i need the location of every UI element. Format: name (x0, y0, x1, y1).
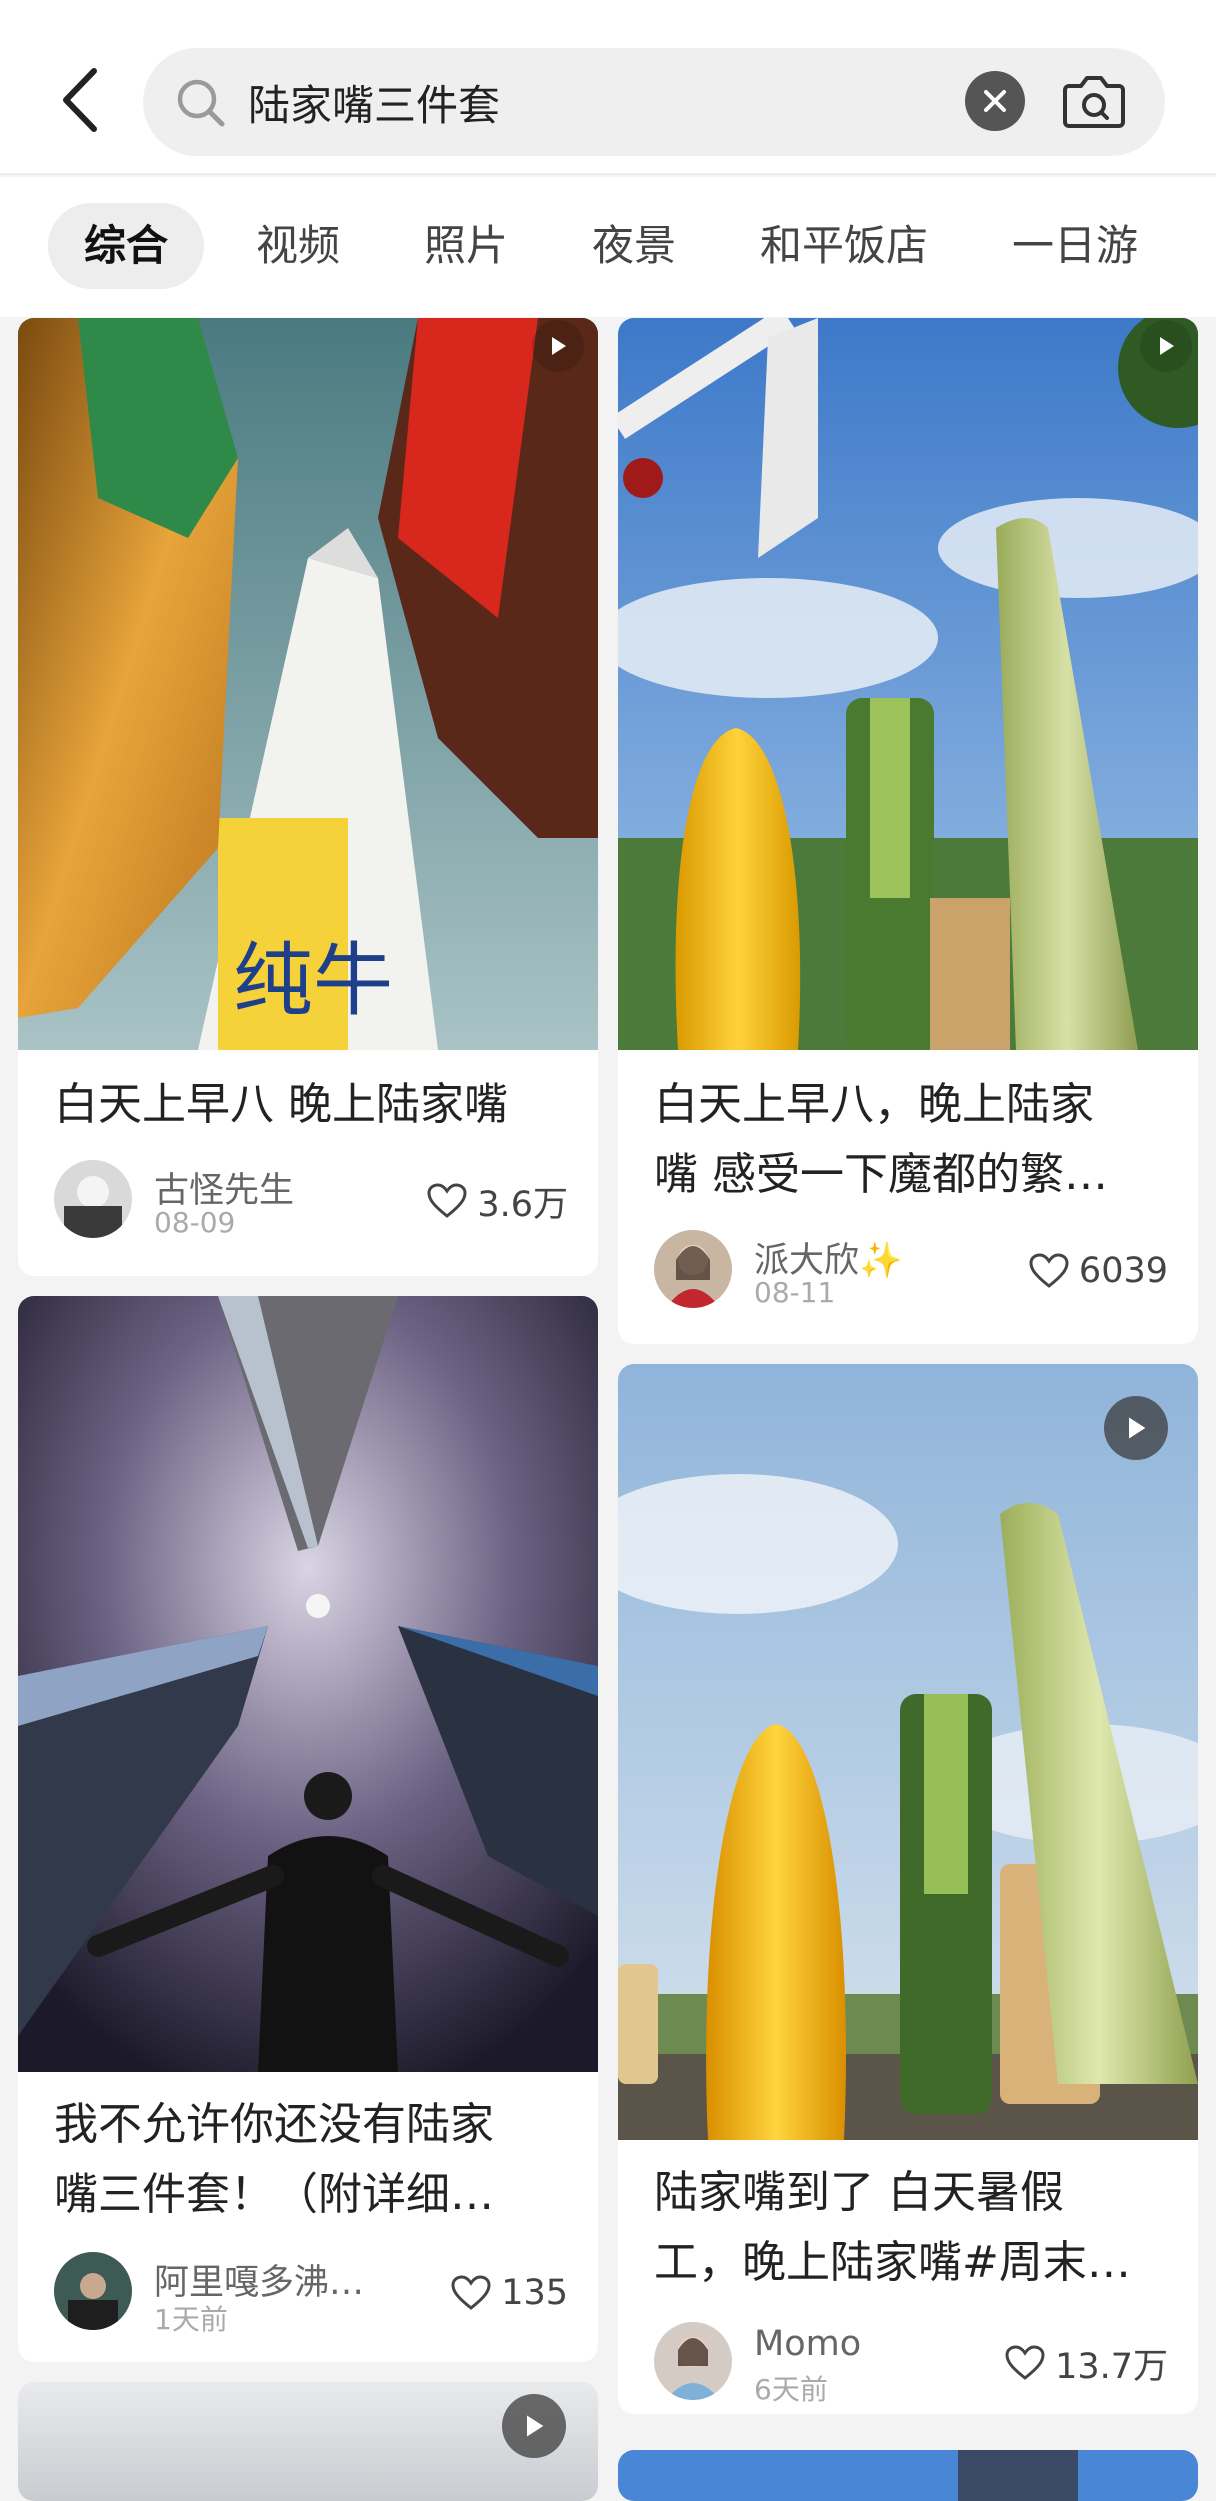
like-count: 3.6万 (477, 1184, 568, 1225)
post-cover-image (18, 2382, 598, 2501)
feed-card[interactable] (18, 2382, 598, 2501)
close-icon (984, 90, 1006, 112)
play-icon (1160, 337, 1174, 355)
tab-all[interactable]: 综合 (48, 203, 205, 289)
post-author: Momo 6天前 13.7万 (654, 2322, 1168, 2406)
post-cover-image (618, 2450, 1198, 2501)
play-icon (527, 2415, 544, 2437)
post-cover-image (618, 1364, 1198, 2140)
search-icon (177, 79, 225, 127)
video-badge (1104, 1396, 1168, 1460)
post-title: 白天上早八，晚上陆家 嘴 感受一下魔都的繁… (654, 1079, 1108, 1200)
avatar[interactable] (54, 2252, 132, 2330)
post-author: 派大欣✨ 08-11 6039 (654, 1230, 1168, 1310)
avatar[interactable] (54, 1160, 132, 1238)
filter-tabs: 综合 视频 照片 夜景 和平饭店 一日游 (0, 177, 1216, 317)
back-button[interactable] (45, 60, 115, 140)
tab-day-trip[interactable]: 一日游 (976, 203, 1174, 289)
post-date: 08-09 (154, 1206, 236, 1239)
like-button[interactable]: 6039 (1029, 1246, 1168, 1296)
feed-card[interactable]: 白天上早八，晚上陆家 嘴 感受一下魔都的繁… 派大欣✨ 08-11 6039 (618, 318, 1198, 1344)
svg-text:纯牛: 纯牛 (233, 934, 393, 1027)
play-icon (552, 337, 566, 355)
post-cover-image (618, 318, 1198, 1050)
search-input[interactable] (248, 70, 948, 134)
like-count: 135 (501, 2273, 568, 2313)
post-title: 白天上早八 晚上陆家嘴 (54, 1079, 508, 1130)
like-count: 6039 (1078, 1251, 1168, 1291)
play-icon (1129, 1417, 1146, 1439)
avatar[interactable] (654, 2322, 732, 2400)
tab-night-view[interactable]: 夜景 (556, 203, 712, 289)
heart-icon (1029, 1253, 1069, 1288)
tab-peace-hotel[interactable]: 和平饭店 (724, 203, 964, 289)
feed-card[interactable]: 我不允许你还没有陆家 嘴三件套！（附详细… 阿里嘎多沸… 1天前 135 (18, 1296, 598, 2362)
video-badge (532, 320, 584, 372)
post-date: 1天前 (154, 2303, 228, 2336)
like-button[interactable]: 3.6万 (427, 1176, 568, 1226)
post-author: 阿里嘎多沸… 1天前 135 (54, 2252, 568, 2336)
like-count: 13.7万 (1055, 2346, 1168, 2387)
heart-icon (1005, 2345, 1045, 2380)
post-author: 古怪先生 08-09 3.6万 (54, 1160, 568, 1240)
author-name[interactable]: Momo (754, 2324, 861, 2364)
post-cover-image (18, 1296, 598, 2072)
avatar[interactable] (654, 1230, 732, 1308)
tab-photo[interactable]: 照片 (388, 203, 544, 289)
search-bar[interactable] (143, 48, 1165, 156)
feed-card[interactable] (618, 2450, 1198, 2501)
feed-card[interactable]: 陆家嘴到了 白天暑假 工，晚上陆家嘴#周末… Momo 6天前 13.7万 (618, 1364, 1198, 2414)
camera-search-icon[interactable] (1061, 70, 1127, 132)
like-button[interactable]: 13.7万 (1005, 2338, 1168, 2388)
post-title: 陆家嘴到了 白天暑假 工，晚上陆家嘴#周末… (654, 2167, 1131, 2288)
search-header (0, 0, 1216, 175)
heart-icon (451, 2275, 491, 2310)
video-badge (502, 2394, 566, 2458)
post-title: 我不允许你还没有陆家 嘴三件套！（附详细… (54, 2099, 494, 2220)
post-cover-image: 纯牛 (18, 318, 598, 1050)
heart-icon (427, 1183, 467, 1218)
post-date: 08-11 (754, 1276, 836, 1309)
chevron-left-icon (63, 68, 97, 132)
tab-video[interactable]: 视频 (220, 203, 376, 289)
like-button[interactable]: 135 (451, 2268, 568, 2318)
feed-card[interactable]: 纯牛 白天上早八 晚上陆家嘴 古怪先生 08-09 3.6万 (18, 318, 598, 1276)
clear-search-button[interactable] (965, 71, 1025, 131)
video-badge (1140, 320, 1192, 372)
post-date: 6天前 (754, 2373, 828, 2406)
